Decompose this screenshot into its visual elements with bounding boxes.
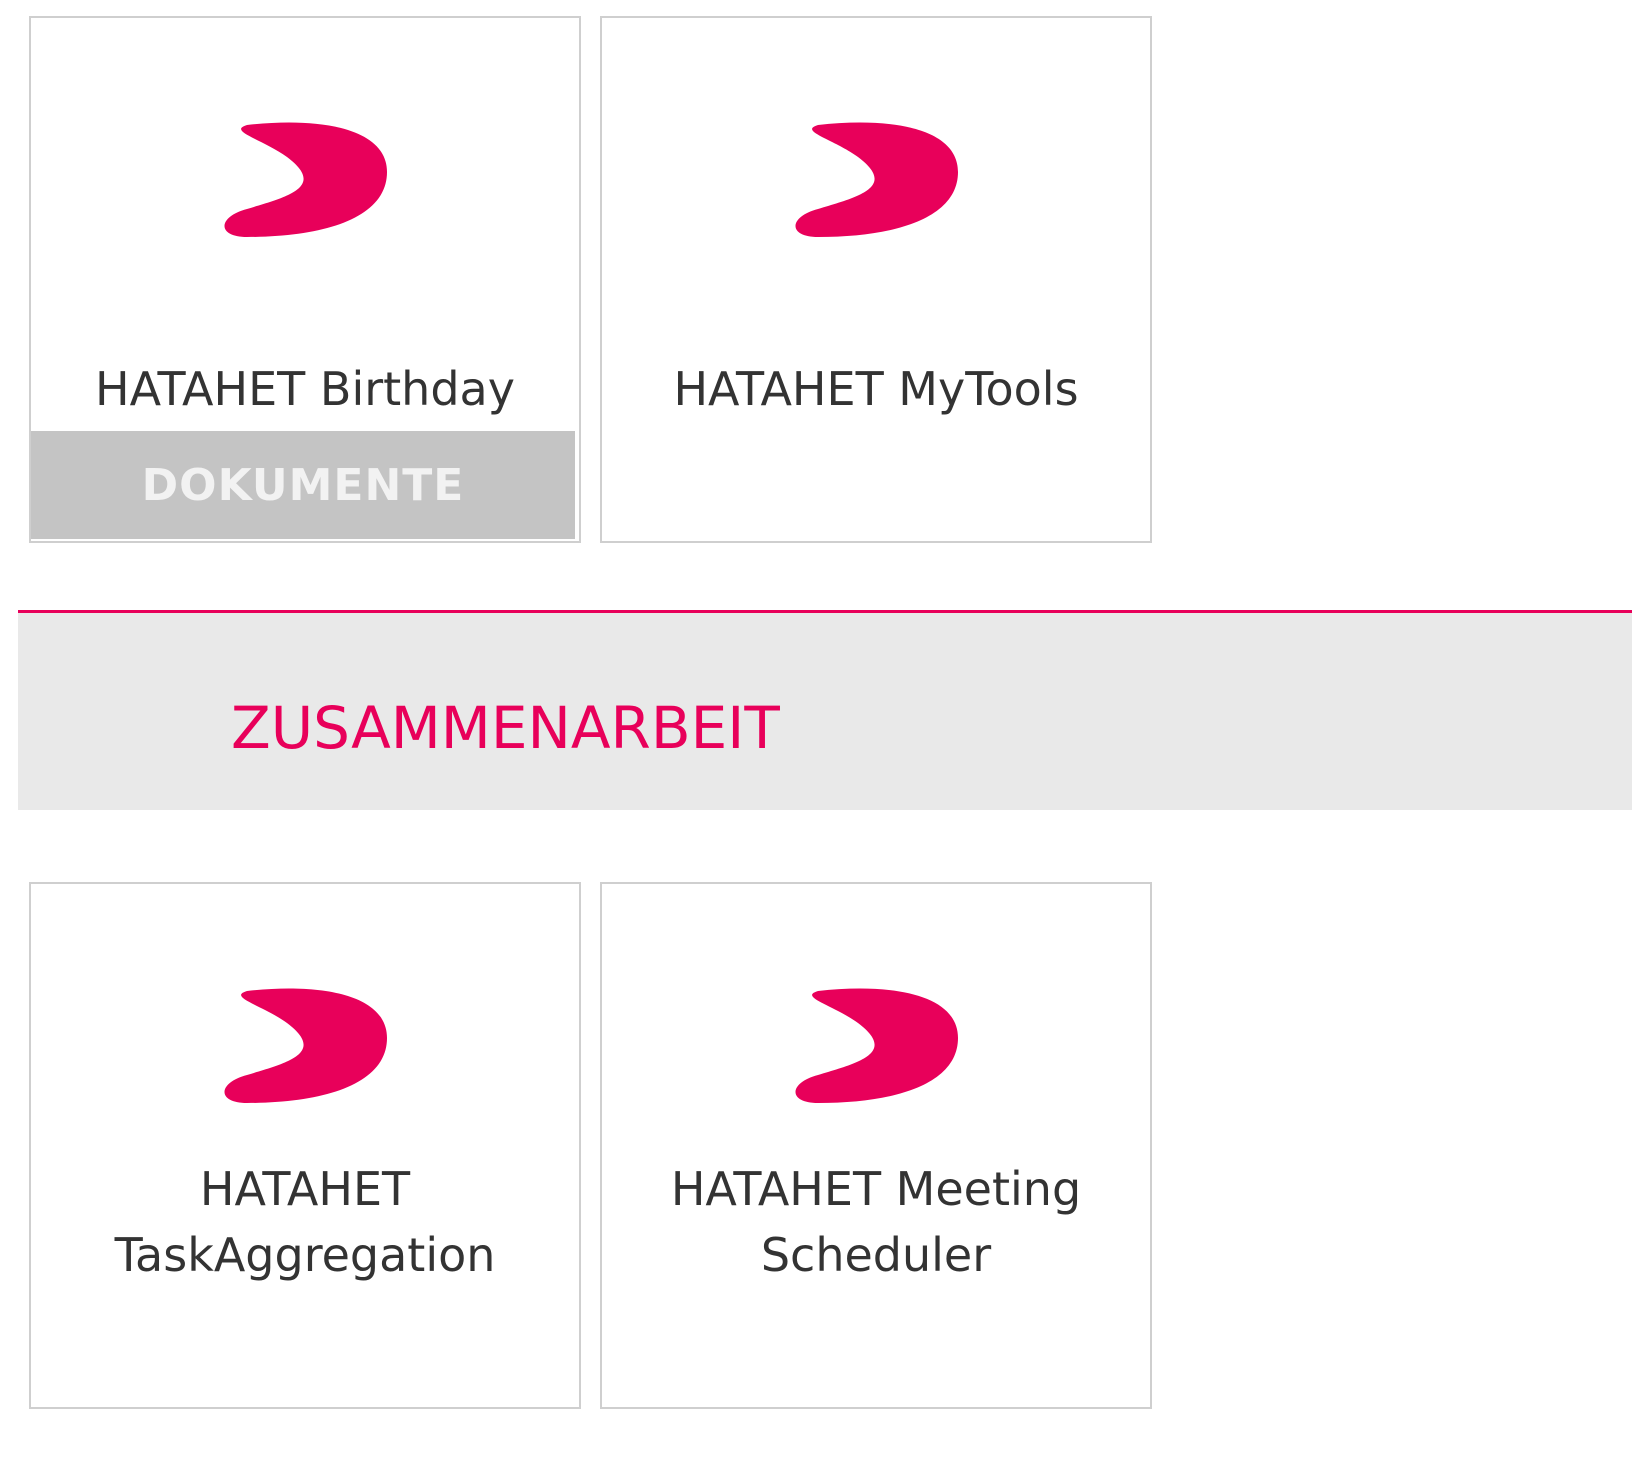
tile-title-line-1: HATAHET [199, 1162, 411, 1216]
section-header: ZUSAMMENARBEIT [18, 610, 1632, 810]
tile-hatahet-meeting-scheduler[interactable]: HATAHET Meeting Scheduler [600, 882, 1152, 1409]
hatahet-logo-icon [795, 988, 958, 1103]
tile-title-line-2: Scheduler [760, 1228, 992, 1282]
hatahet-logo-icon [224, 122, 387, 237]
tile-title-line-2: TaskAggregation [114, 1228, 496, 1282]
tile-footer-label[interactable]: DOKUMENTE [31, 431, 575, 539]
tile-title: HATAHET Birthday [95, 362, 515, 416]
app-tiles-page: HATAHET Birthday DOKUMENTE HATAHET MyToo… [0, 0, 1632, 1467]
tile-hatahet-mytools[interactable]: HATAHET MyTools [600, 16, 1152, 543]
tile-hatahet-birthday[interactable]: HATAHET Birthday DOKUMENTE [29, 16, 581, 543]
tile-hatahet-taskaggregation[interactable]: HATAHET TaskAggregation [29, 882, 581, 1409]
tile-title: HATAHET MyTools [673, 362, 1079, 416]
tile-title: HATAHET Meeting Scheduler [622, 1156, 1130, 1288]
tile-title: HATAHET TaskAggregation [51, 1156, 559, 1288]
section-title: ZUSAMMENARBEIT [231, 694, 780, 762]
tile-row-bottom: HATAHET TaskAggregation HATAHET Meeting … [29, 882, 1152, 1409]
tile-title-line-1: HATAHET Meeting [670, 1162, 1082, 1216]
hatahet-logo-icon [224, 988, 387, 1103]
hatahet-logo-icon [795, 122, 958, 237]
tile-row-top: HATAHET Birthday DOKUMENTE HATAHET MyToo… [29, 16, 1152, 543]
